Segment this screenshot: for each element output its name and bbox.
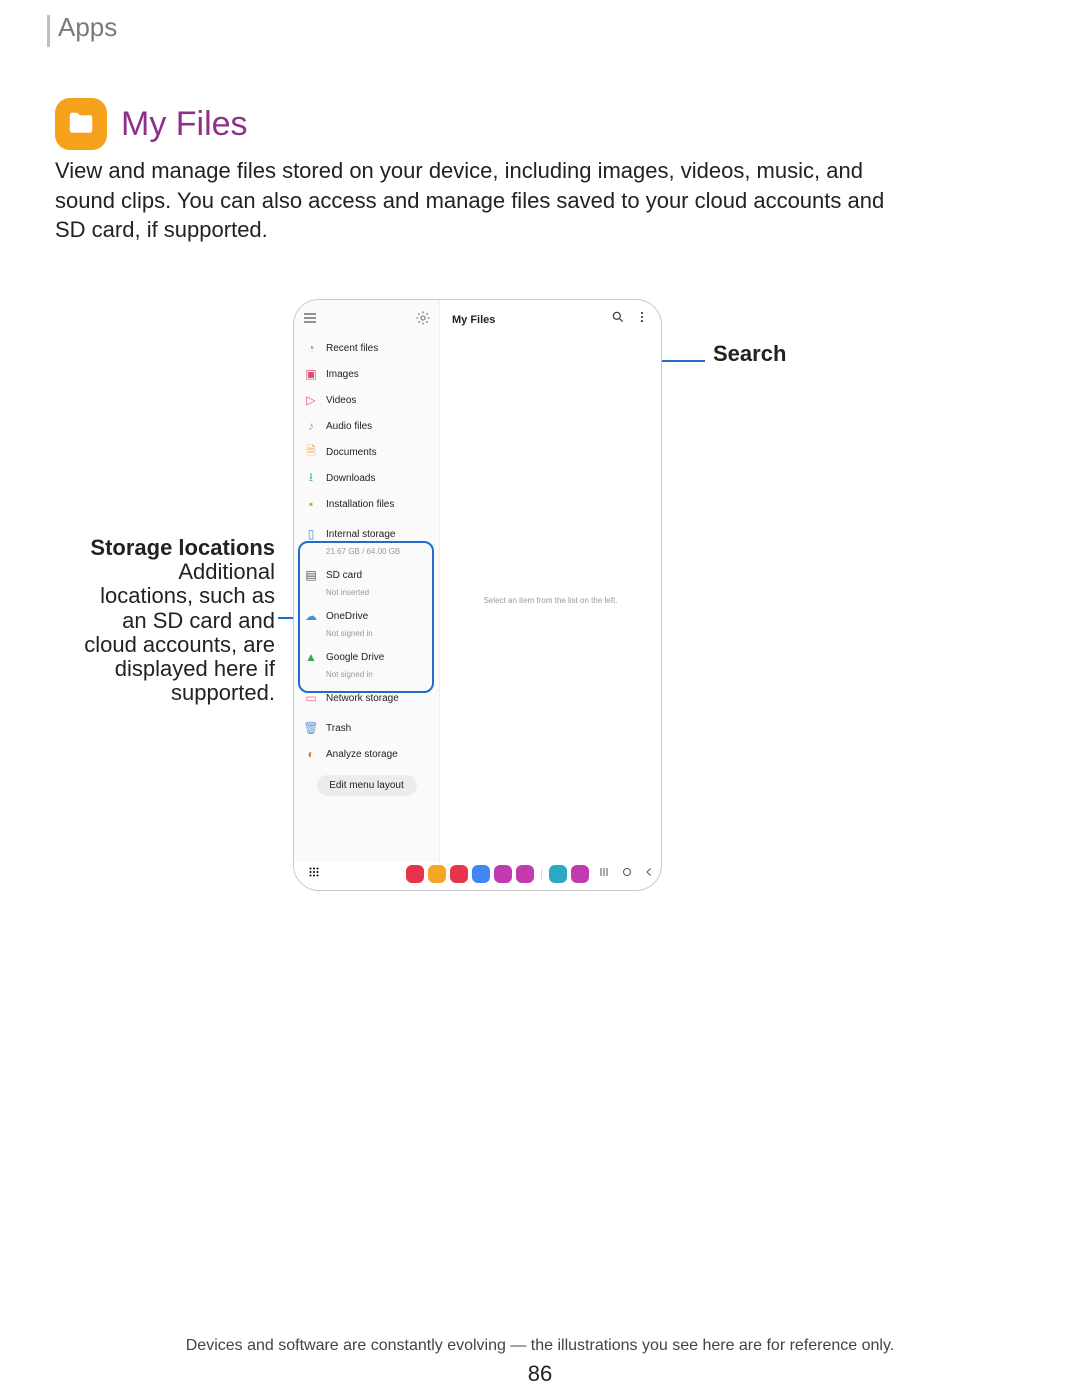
sidebar-item-icon: 🗑	[304, 721, 318, 735]
hamburger-icon[interactable]	[302, 310, 318, 329]
sidebar: ◔ Recent files ▣ Images ▷ Videos ♪ Audio files 🗎…	[294, 300, 440, 862]
back-icon[interactable]	[643, 865, 655, 883]
section-header: My Files	[55, 98, 248, 150]
callout-search-label: Search	[713, 341, 786, 367]
sidebar-item-label: Google Drive	[326, 652, 384, 663]
sidebar-item[interactable]: ▷ Videos	[294, 387, 439, 413]
sidebar-item[interactable]: ▤ SD card Not inserted	[294, 562, 439, 603]
taskbar-app-icon[interactable]	[428, 865, 446, 883]
sidebar-item[interactable]: ▲ Google Drive Not signed in	[294, 644, 439, 685]
sidebar-item[interactable]: ◔ Recent files	[294, 335, 439, 361]
sidebar-item-label: Downloads	[326, 473, 375, 484]
sidebar-item[interactable]: ▣ Images	[294, 361, 439, 387]
section-title: My Files	[121, 105, 248, 144]
sidebar-item-label: Recent files	[326, 343, 378, 354]
sidebar-item-sub: Not inserted	[304, 588, 429, 597]
my-files-app-icon	[55, 98, 107, 150]
sidebar-item-label: Internal storage	[326, 529, 396, 540]
callout-storage: Storage locations Additional locations, …	[80, 536, 275, 705]
search-icon[interactable]	[611, 310, 625, 329]
sidebar-item[interactable]: ▯ Internal storage 21.67 GB / 64.00 GB	[294, 521, 439, 562]
sidebar-item-label: Installation files	[326, 499, 394, 510]
sidebar-item-icon: ☁	[304, 609, 318, 623]
callout-storage-body: Additional locations, such as an SD card…	[84, 559, 275, 705]
taskbar-app-icon[interactable]	[406, 865, 424, 883]
taskbar-app-icon[interactable]	[472, 865, 490, 883]
home-icon[interactable]	[621, 865, 633, 883]
content-hint: Select an item from the list on the left…	[440, 339, 661, 862]
sidebar-item-sub: Not signed in	[304, 670, 429, 679]
sidebar-item-label: SD card	[326, 570, 362, 581]
sidebar-item-label: Analyze storage	[326, 749, 398, 760]
recent-icon[interactable]	[599, 865, 611, 883]
taskbar-app-icon[interactable]	[549, 865, 567, 883]
settings-icon[interactable]	[415, 310, 431, 329]
sidebar-item-label: Images	[326, 369, 359, 380]
device-mockup: ◔ Recent files ▣ Images ▷ Videos ♪ Audio files 🗎…	[293, 299, 662, 891]
sidebar-item-icon: ▲	[304, 650, 318, 664]
taskbar-app-icon[interactable]	[450, 865, 468, 883]
sidebar-item-icon: ◔	[304, 341, 318, 355]
sidebar-item[interactable]: ▪ Installation files	[294, 491, 439, 517]
sidebar-item-icon: ♪	[304, 419, 318, 433]
sidebar-item-sub: 21.67 GB / 64.00 GB	[304, 547, 429, 556]
taskbar-separator: |	[540, 869, 543, 880]
sidebar-item[interactable]: ⭳ Downloads	[294, 465, 439, 491]
sidebar-item-label: Documents	[326, 447, 377, 458]
sidebar-item-icon: ▤	[304, 568, 318, 582]
sidebar-item-icon: ▯	[304, 527, 318, 541]
sidebar-item-label: Network storage	[326, 693, 399, 704]
sidebar-item-icon: 🗎	[304, 445, 318, 459]
edit-menu-layout-button[interactable]: Edit menu layout	[317, 775, 417, 796]
sidebar-item-icon: ◐	[304, 747, 318, 761]
taskbar-app-icon[interactable]	[494, 865, 512, 883]
sidebar-item[interactable]: ▭ Network storage	[294, 685, 439, 711]
breadcrumb: Apps	[58, 12, 117, 43]
sidebar-item-label: Audio files	[326, 421, 372, 432]
sidebar-item-icon: ⭳	[304, 471, 318, 485]
taskbar-app-icon[interactable]	[571, 865, 589, 883]
sidebar-item-icon: ▭	[304, 691, 318, 705]
header-rule	[47, 15, 50, 47]
sidebar-item-icon: ▪	[304, 497, 318, 511]
more-icon[interactable]	[635, 310, 649, 329]
sidebar-item-sub: Not signed in	[304, 629, 429, 638]
sidebar-item[interactable]: ◐ Analyze storage	[294, 741, 439, 767]
callout-storage-title: Storage locations	[90, 535, 275, 560]
sidebar-item-label: OneDrive	[326, 611, 368, 622]
apps-grid-icon[interactable]	[308, 865, 320, 883]
taskbar-app-icon[interactable]	[516, 865, 534, 883]
content-pane: My Files Select an item from the list on…	[440, 300, 661, 862]
content-title: My Files	[452, 314, 495, 326]
sidebar-item[interactable]: ☁ OneDrive Not signed in	[294, 603, 439, 644]
sidebar-item-label: Trash	[326, 723, 351, 734]
taskbar: |	[294, 862, 661, 890]
sidebar-item[interactable]: ♪ Audio files	[294, 413, 439, 439]
sidebar-item-icon: ▷	[304, 393, 318, 407]
intro-paragraph: View and manage files stored on your dev…	[55, 156, 895, 245]
footer-note: Devices and software are constantly evol…	[0, 1337, 1080, 1355]
page-number: 86	[0, 1361, 1080, 1387]
sidebar-item[interactable]: 🗎 Documents	[294, 439, 439, 465]
sidebar-item-label: Videos	[326, 395, 356, 406]
sidebar-item[interactable]: 🗑 Trash	[294, 715, 439, 741]
sidebar-item-icon: ▣	[304, 367, 318, 381]
